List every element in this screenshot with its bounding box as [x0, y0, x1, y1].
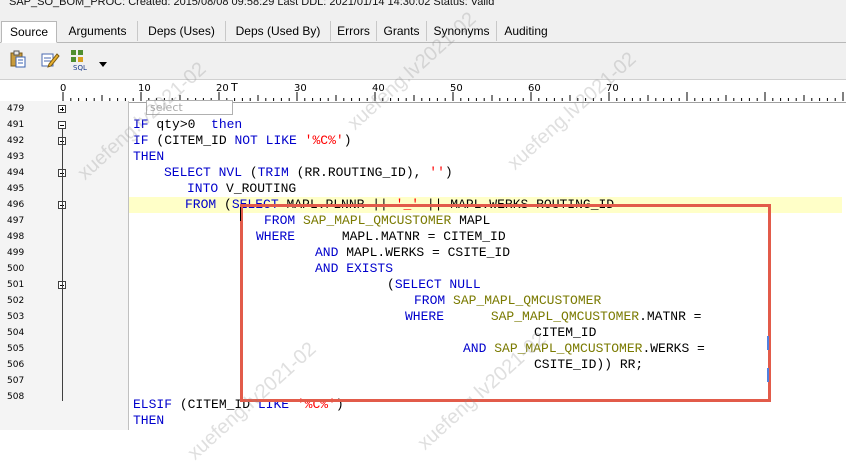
code-line-495: INTO V_ROUTING — [187, 181, 297, 196]
object-status-text: SAP_SO_BOM_PROC: Created: 2015/08/08 09:… — [9, 0, 495, 8]
object-status-bar: SAP_SO_BOM_PROC: Created: 2015/08/08 09:… — [0, 0, 846, 20]
ruler-label: 10 — [138, 83, 151, 94]
ruler-label: 60 — [528, 83, 541, 94]
line-number: 497 — [7, 216, 25, 226]
line-number: 508 — [7, 392, 25, 402]
tab-strip: Source Arguments Deps (Uses) Deps (Used … — [0, 20, 846, 43]
tab-auditing[interactable]: Auditing — [497, 21, 555, 41]
line-number: 491 — [7, 120, 25, 130]
line-number: 494 — [7, 168, 25, 178]
code-line-493: THEN — [133, 149, 165, 164]
code-line-492: IF (CITEM_ID NOT LIKE '%C%') — [133, 133, 352, 148]
ruler-label: 0 — [60, 83, 66, 94]
chevron-down-icon[interactable] — [98, 55, 108, 67]
ruler-cursor-marker: T — [230, 81, 238, 94]
tab-arguments[interactable]: Arguments — [58, 21, 138, 41]
tab-grants[interactable]: Grants — [377, 21, 427, 41]
tab-errors[interactable]: Errors — [331, 21, 377, 41]
column-ruler: 0 10 20 30 40 50 60 70 T — [0, 79, 846, 103]
code-line-491: IF qty>0 then — [133, 117, 243, 132]
line-number: 496 — [7, 200, 25, 210]
line-number: 502 — [7, 296, 25, 306]
line-number: 505 — [7, 344, 25, 354]
line-number: 500 — [7, 264, 25, 274]
ruler-label: 30 — [294, 83, 307, 94]
ruler-ticks: 0 10 20 30 40 50 60 70T — [60, 81, 844, 101]
line-number: 493 — [7, 152, 25, 162]
line-number: 492 — [7, 136, 25, 146]
edit-icon[interactable] — [40, 49, 60, 69]
line-number: 501 — [7, 280, 25, 290]
text-cursor — [240, 207, 241, 221]
ruler-label: 50 — [450, 83, 463, 94]
tab-deps-used-by[interactable]: Deps (Used By) — [226, 21, 331, 41]
line-number: 495 — [7, 184, 25, 194]
ruler-label: 20 — [216, 83, 229, 94]
tab-deps-uses[interactable]: Deps (Uses) — [138, 21, 226, 41]
line-number: 507 — [7, 376, 25, 386]
sql-format-icon[interactable]: SQL — [70, 49, 90, 72]
selection-marker — [767, 368, 769, 382]
line-number: 506 — [7, 360, 25, 370]
svg-text:SQL: SQL — [73, 64, 87, 71]
fold-guide-line — [62, 129, 63, 401]
line-number: 499 — [7, 248, 25, 258]
paste-icon[interactable] — [8, 49, 28, 69]
expand-icon[interactable] — [58, 105, 66, 113]
line-number: 503 — [7, 312, 25, 322]
collapse-icon[interactable] — [58, 121, 66, 129]
tab-source[interactable]: Source — [1, 21, 57, 43]
line-number: 479 — [7, 104, 25, 114]
selection-marker — [767, 336, 769, 350]
code-line-494: SELECT NVL (TRIM (RR.ROUTING_ID), '') — [164, 165, 453, 180]
line-number: 498 — [7, 232, 25, 242]
line-number: 504 — [7, 328, 25, 338]
